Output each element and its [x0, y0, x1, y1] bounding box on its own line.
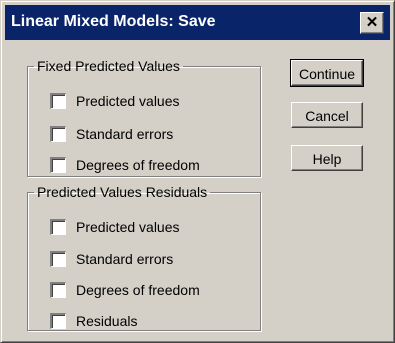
- title-bar[interactable]: Linear Mixed Models: Save ✕: [5, 5, 390, 40]
- residual-predicted-values-label[interactable]: Predicted values: [76, 219, 180, 235]
- fixed-predicted-values-group: Fixed Predicted Values Predicted values …: [27, 59, 261, 177]
- fixed-predicted-values-legend: Fixed Predicted Values: [37, 58, 180, 74]
- fixed-predicted-values-checkbox[interactable]: [50, 93, 66, 109]
- residual-standard-errors-option[interactable]: Standard errors: [50, 249, 173, 269]
- residual-predicted-values-checkbox[interactable]: [50, 219, 66, 235]
- residual-degrees-of-freedom-label[interactable]: Degrees of freedom: [76, 282, 200, 298]
- residuals-label[interactable]: Residuals: [76, 313, 137, 329]
- fixed-degrees-of-freedom-label[interactable]: Degrees of freedom: [76, 157, 200, 173]
- fixed-standard-errors-option[interactable]: Standard errors: [50, 124, 173, 144]
- save-dialog: Linear Mixed Models: Save ✕ Fixed Predic…: [0, 0, 395, 343]
- help-button[interactable]: Help: [291, 145, 363, 171]
- residual-predicted-values-option[interactable]: Predicted values: [50, 217, 180, 237]
- close-button[interactable]: ✕: [360, 12, 384, 34]
- residual-standard-errors-label[interactable]: Standard errors: [76, 251, 173, 267]
- fixed-standard-errors-label[interactable]: Standard errors: [76, 126, 173, 142]
- fixed-degrees-of-freedom-checkbox[interactable]: [50, 157, 66, 173]
- close-icon: ✕: [365, 14, 379, 31]
- fixed-predicted-values-option[interactable]: Predicted values: [50, 91, 180, 111]
- fixed-degrees-of-freedom-option[interactable]: Degrees of freedom: [50, 155, 200, 175]
- cancel-button[interactable]: Cancel: [291, 102, 363, 128]
- fixed-predicted-values-label[interactable]: Predicted values: [76, 93, 180, 109]
- continue-button[interactable]: Continue: [290, 59, 364, 87]
- residuals-checkbox[interactable]: [50, 313, 66, 329]
- residuals-option[interactable]: Residuals: [50, 311, 137, 331]
- dialog-title: Linear Mixed Models: Save: [11, 13, 216, 30]
- residual-degrees-of-freedom-checkbox[interactable]: [50, 282, 66, 298]
- fixed-standard-errors-checkbox[interactable]: [50, 126, 66, 142]
- residual-degrees-of-freedom-option[interactable]: Degrees of freedom: [50, 280, 200, 300]
- predicted-values-residuals-legend: Predicted Values Residuals: [37, 184, 208, 200]
- predicted-values-residuals-group: Predicted Values Residuals Predicted val…: [27, 185, 261, 331]
- residual-standard-errors-checkbox[interactable]: [50, 251, 66, 267]
